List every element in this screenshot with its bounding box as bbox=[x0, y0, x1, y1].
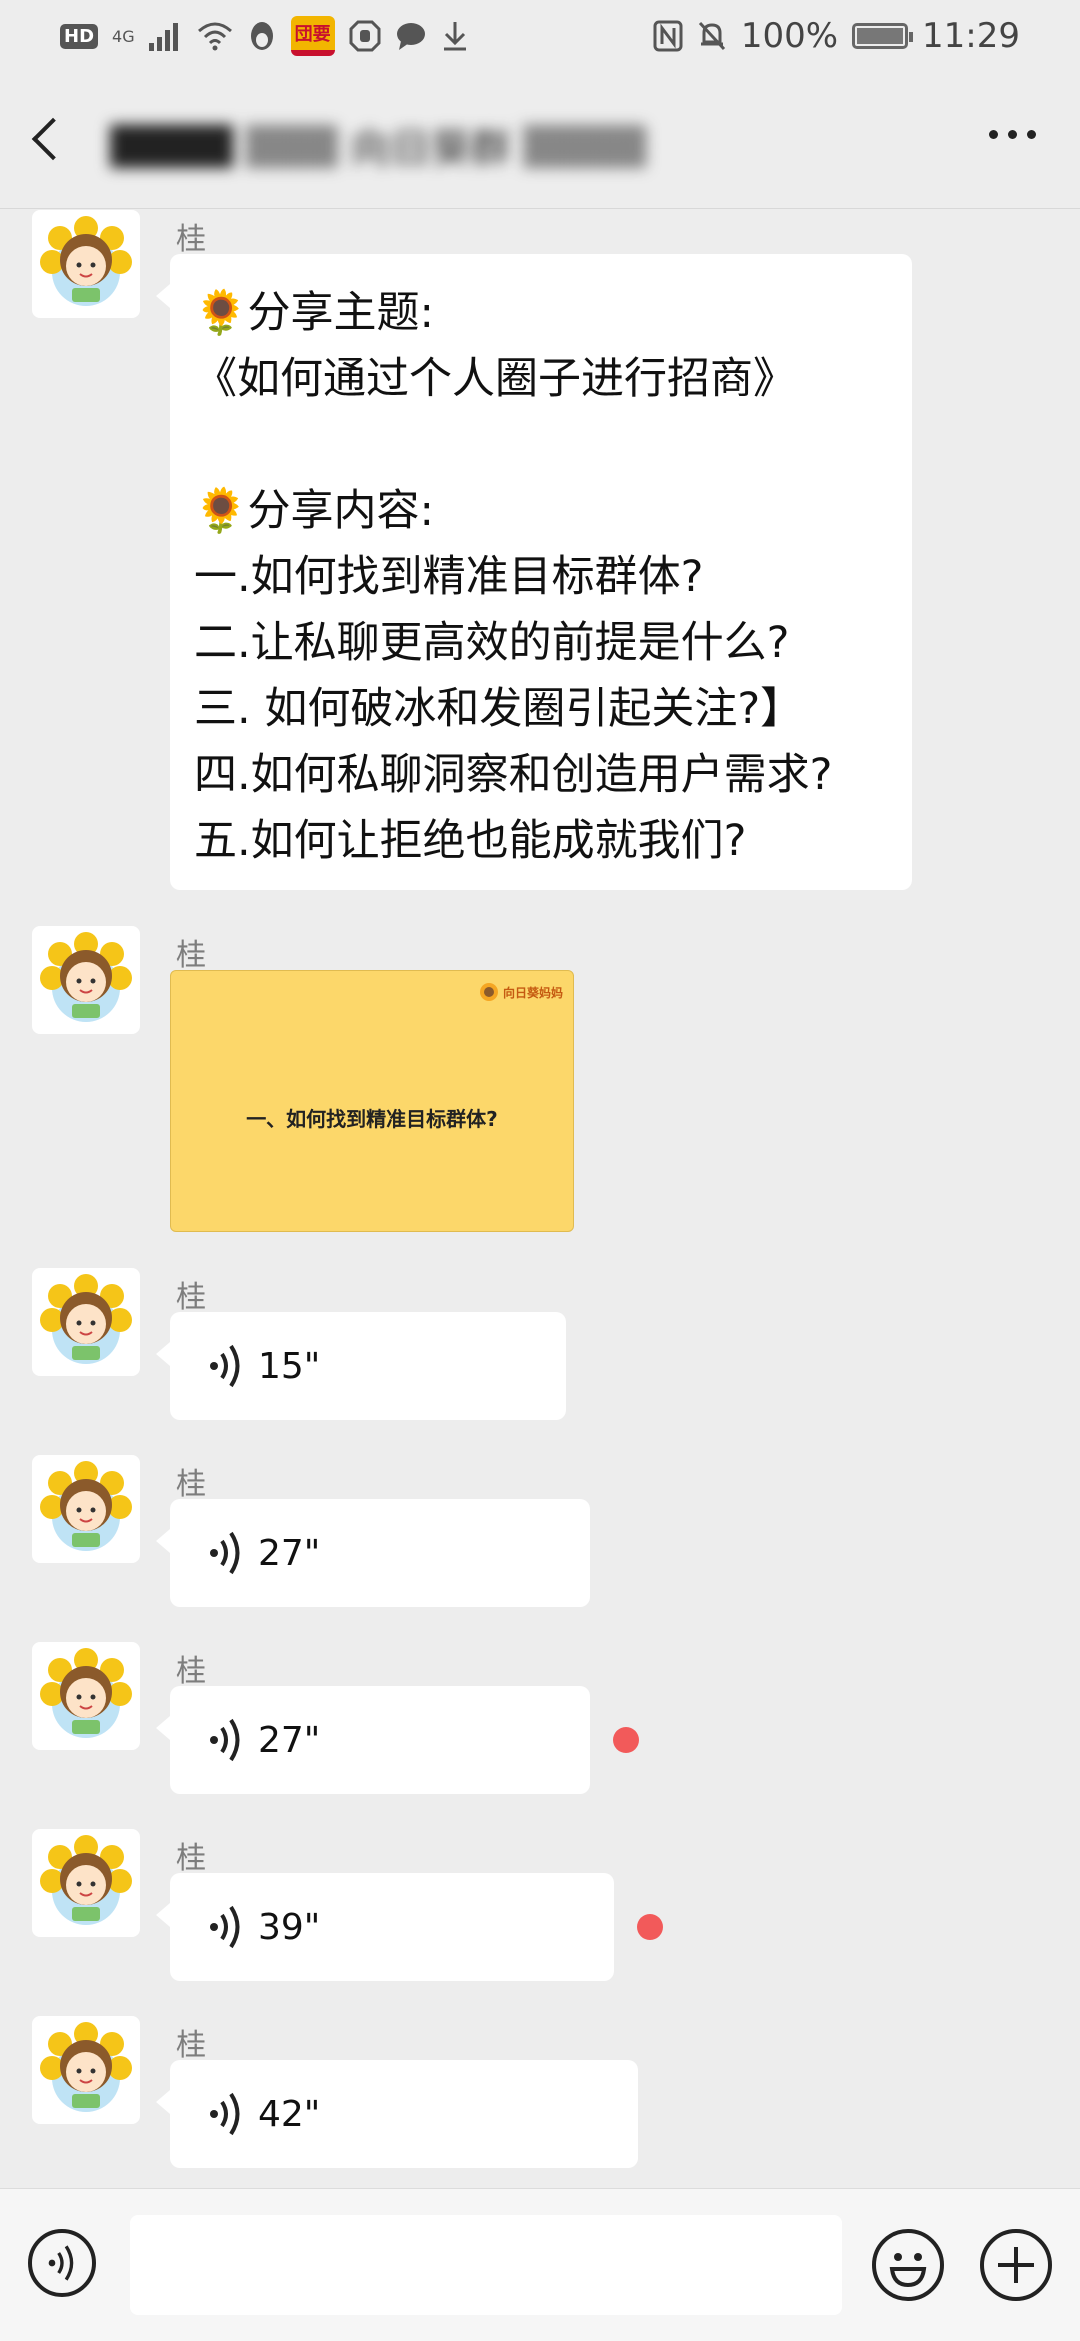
app-badge-icon: 団要 bbox=[290, 16, 335, 56]
sender-name: 桂 bbox=[176, 1467, 206, 1502]
avatar[interactable] bbox=[32, 1829, 140, 1937]
voice-message-bubble[interactable]: 27" bbox=[156, 1686, 590, 1794]
voice-duration: 42" bbox=[258, 2093, 321, 2135]
message-item: 桂 🌻分享主题: 《如何通过个人圈子进行招商》 🌻分享内容: 一.如何找到精准目… bbox=[0, 208, 1080, 908]
avatar[interactable] bbox=[32, 1268, 140, 1376]
voice-wave-icon bbox=[210, 1718, 240, 1762]
voice-duration: 27" bbox=[258, 1719, 321, 1761]
hd-badge: HD bbox=[60, 23, 99, 49]
status-bar: HD 4G 団要 100% 11:29 bbox=[0, 0, 1080, 72]
message-input[interactable] bbox=[130, 2215, 842, 2315]
message-item: 桂 27" bbox=[0, 1453, 1080, 1623]
card-logo: 向日葵妈妈 bbox=[478, 981, 563, 1003]
message-item: 桂 27" bbox=[0, 1640, 1080, 1810]
card-logo-text: 向日葵妈妈 bbox=[502, 985, 563, 1000]
download-icon bbox=[441, 20, 469, 52]
clock: 11:29 bbox=[922, 16, 1020, 56]
sender-name: 桂 bbox=[176, 1654, 206, 1689]
sender-name: 桂 bbox=[176, 1280, 206, 1315]
status-right: 100% 11:29 bbox=[653, 16, 1020, 56]
battery-percent: 100% bbox=[740, 16, 839, 56]
battery-icon bbox=[852, 23, 914, 49]
sunflower-icon bbox=[479, 983, 498, 1001]
voice-input-toggle-icon[interactable] bbox=[28, 2229, 96, 2297]
nfc-icon bbox=[653, 20, 683, 52]
network-type: 4G bbox=[112, 26, 135, 46]
avatar[interactable] bbox=[32, 2016, 140, 2124]
voice-message-bubble[interactable]: 39" bbox=[156, 1873, 614, 1981]
voice-duration: 15" bbox=[258, 1345, 321, 1387]
avatar[interactable] bbox=[32, 1455, 140, 1563]
avatar[interactable] bbox=[32, 926, 140, 1034]
signal-icon bbox=[148, 21, 183, 51]
voice-duration: 39" bbox=[258, 1906, 321, 1948]
unread-dot bbox=[613, 1727, 639, 1753]
penguin-icon bbox=[247, 20, 277, 52]
text-message-bubble[interactable]: 🌻分享主题: 《如何通过个人圈子进行招商》 🌻分享内容: 一.如何找到精准目标群… bbox=[156, 254, 912, 890]
voice-duration: 27" bbox=[258, 1532, 321, 1574]
wifi-icon bbox=[197, 21, 233, 51]
message-icon bbox=[395, 21, 427, 51]
sender-name: 桂 bbox=[176, 2028, 206, 2063]
voice-message-bubble[interactable]: 27" bbox=[156, 1499, 590, 1607]
hand-stop-icon bbox=[349, 20, 381, 52]
message-list[interactable]: 桂 🌻分享主题: 《如何通过个人圈子进行招商》 🌻分享内容: 一.如何找到精准目… bbox=[0, 208, 1080, 2188]
voice-wave-icon bbox=[210, 1531, 240, 1575]
mute-bell-icon bbox=[697, 20, 727, 52]
sender-name: 桂 bbox=[176, 938, 206, 973]
message-item: 桂 39" bbox=[0, 1827, 1080, 1997]
avatar[interactable] bbox=[32, 1642, 140, 1750]
sender-name: 桂 bbox=[176, 222, 206, 257]
more-options-icon[interactable] bbox=[989, 130, 1036, 139]
image-message[interactable]: 向日葵妈妈 一、如何找到精准目标群体? bbox=[170, 970, 574, 1232]
voice-wave-icon bbox=[210, 2092, 240, 2136]
card-title: 一、如何找到精准目标群体? bbox=[246, 1107, 498, 1131]
plus-icon[interactable] bbox=[980, 2229, 1052, 2301]
message-item: 桂 42" bbox=[0, 2014, 1080, 2184]
sender-name: 桂 bbox=[176, 1841, 206, 1876]
voice-message-bubble[interactable]: 42" bbox=[156, 2060, 638, 2168]
voice-message-bubble[interactable]: 15" bbox=[156, 1312, 566, 1420]
emoji-icon[interactable] bbox=[872, 2229, 944, 2301]
chat-header: ████ ▒▒▒ 向日葵群 ▒▒▒▒ bbox=[0, 72, 1080, 209]
unread-dot bbox=[637, 1914, 663, 1940]
back-arrow-icon[interactable] bbox=[31, 117, 75, 161]
voice-wave-icon bbox=[210, 1905, 240, 1949]
status-left: HD 4G 団要 bbox=[60, 16, 469, 56]
message-item: 桂 15" bbox=[0, 1266, 1080, 1436]
message-item: 桂 向日葵妈妈 一、如何找到精准目标群体? bbox=[0, 924, 1080, 1254]
input-bar bbox=[0, 2188, 1080, 2341]
chat-title: ████ ▒▒▒ 向日葵群 ▒▒▒▒ bbox=[110, 126, 647, 168]
voice-wave-icon bbox=[210, 1344, 240, 1388]
avatar[interactable] bbox=[32, 210, 140, 318]
